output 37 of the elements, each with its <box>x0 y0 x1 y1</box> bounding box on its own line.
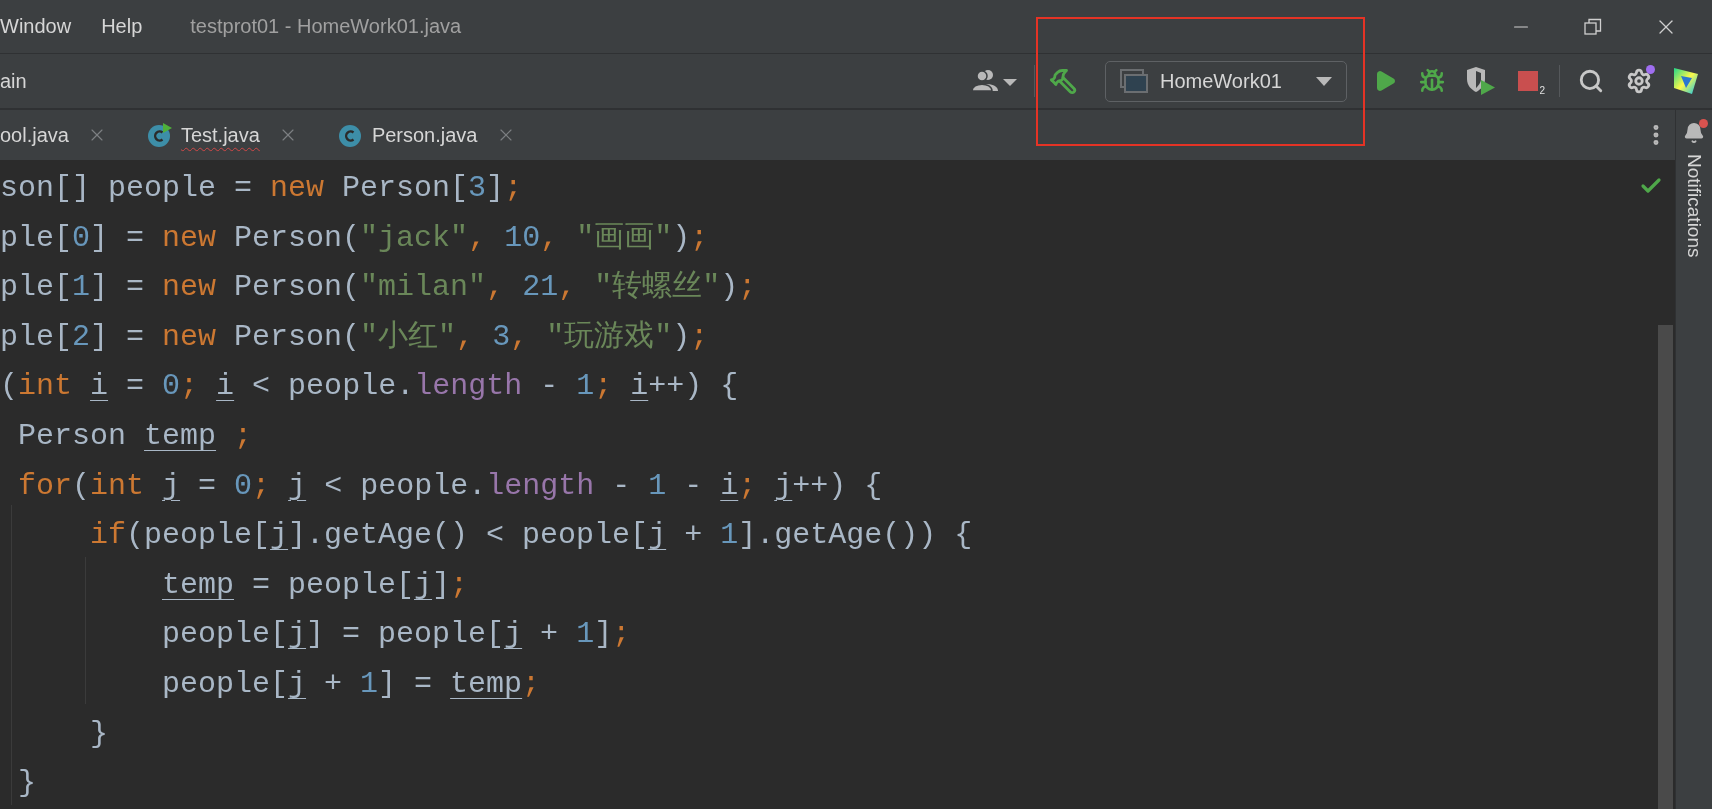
bell-icon[interactable] <box>1683 122 1705 144</box>
code-line: ple[0] = new Person("jack", 10, "画画"); <box>0 219 709 257</box>
code-line: } <box>18 765 36 803</box>
code-line: if(people[j].getAge() < people[j + 1].getAge()) { <box>90 517 973 555</box>
code-line: son[] people = new Person[3]; <box>0 170 523 207</box>
search-icon[interactable] <box>1578 68 1604 94</box>
editor-tab[interactable]: Test.java <box>146 110 324 160</box>
hammer-icon[interactable] <box>1049 67 1077 95</box>
editor-tab[interactable]: ool.java <box>0 110 133 160</box>
editor-tab[interactable]: Person.java <box>337 110 542 160</box>
code-line: people[j + 1] = temp; <box>162 665 541 703</box>
logo-icon[interactable] <box>1672 66 1700 96</box>
code-line: (int i = 0; i < people.length - 1; i++) { <box>0 368 739 406</box>
scrollbar[interactable] <box>1658 325 1673 809</box>
class-icon <box>337 122 364 148</box>
code-line: temp = people[j]; <box>162 566 469 604</box>
breadcrumb[interactable]: ain <box>0 69 27 93</box>
code-line: } <box>90 715 108 753</box>
code-line: people[j] = people[j + 1]; <box>162 616 631 654</box>
caret-icon <box>1316 76 1332 86</box>
code-line: Person temp ; <box>18 417 253 455</box>
window-icon <box>1120 69 1148 93</box>
notifications-tab[interactable]: Notifications <box>1683 154 1705 258</box>
run-configuration-dropdown[interactable]: HomeWork01 <box>1105 60 1347 102</box>
menu-item[interactable]: Help <box>101 15 143 38</box>
code-line: ple[2] = new Person("小红", 3, "玩游戏"); <box>0 318 709 356</box>
coverage-icon[interactable] <box>1465 67 1497 95</box>
runnable-class-icon <box>146 122 173 148</box>
bug-icon[interactable] <box>1419 68 1445 94</box>
settings-icon[interactable] <box>1626 68 1652 94</box>
window-title: testprot01 - HomeWork01.java <box>190 15 462 38</box>
code-line: for(int j = 0; j < people.length - 1 - i; j++) { <box>18 467 883 505</box>
process-count: 2 <box>1539 85 1545 96</box>
restore-icon[interactable] <box>1584 17 1602 36</box>
menu-item[interactable]: Window <box>0 15 72 38</box>
code-line: ple[1] = new Person("milan", 21, "转螺丝"); <box>0 269 757 307</box>
users-icon[interactable] <box>972 69 1018 93</box>
